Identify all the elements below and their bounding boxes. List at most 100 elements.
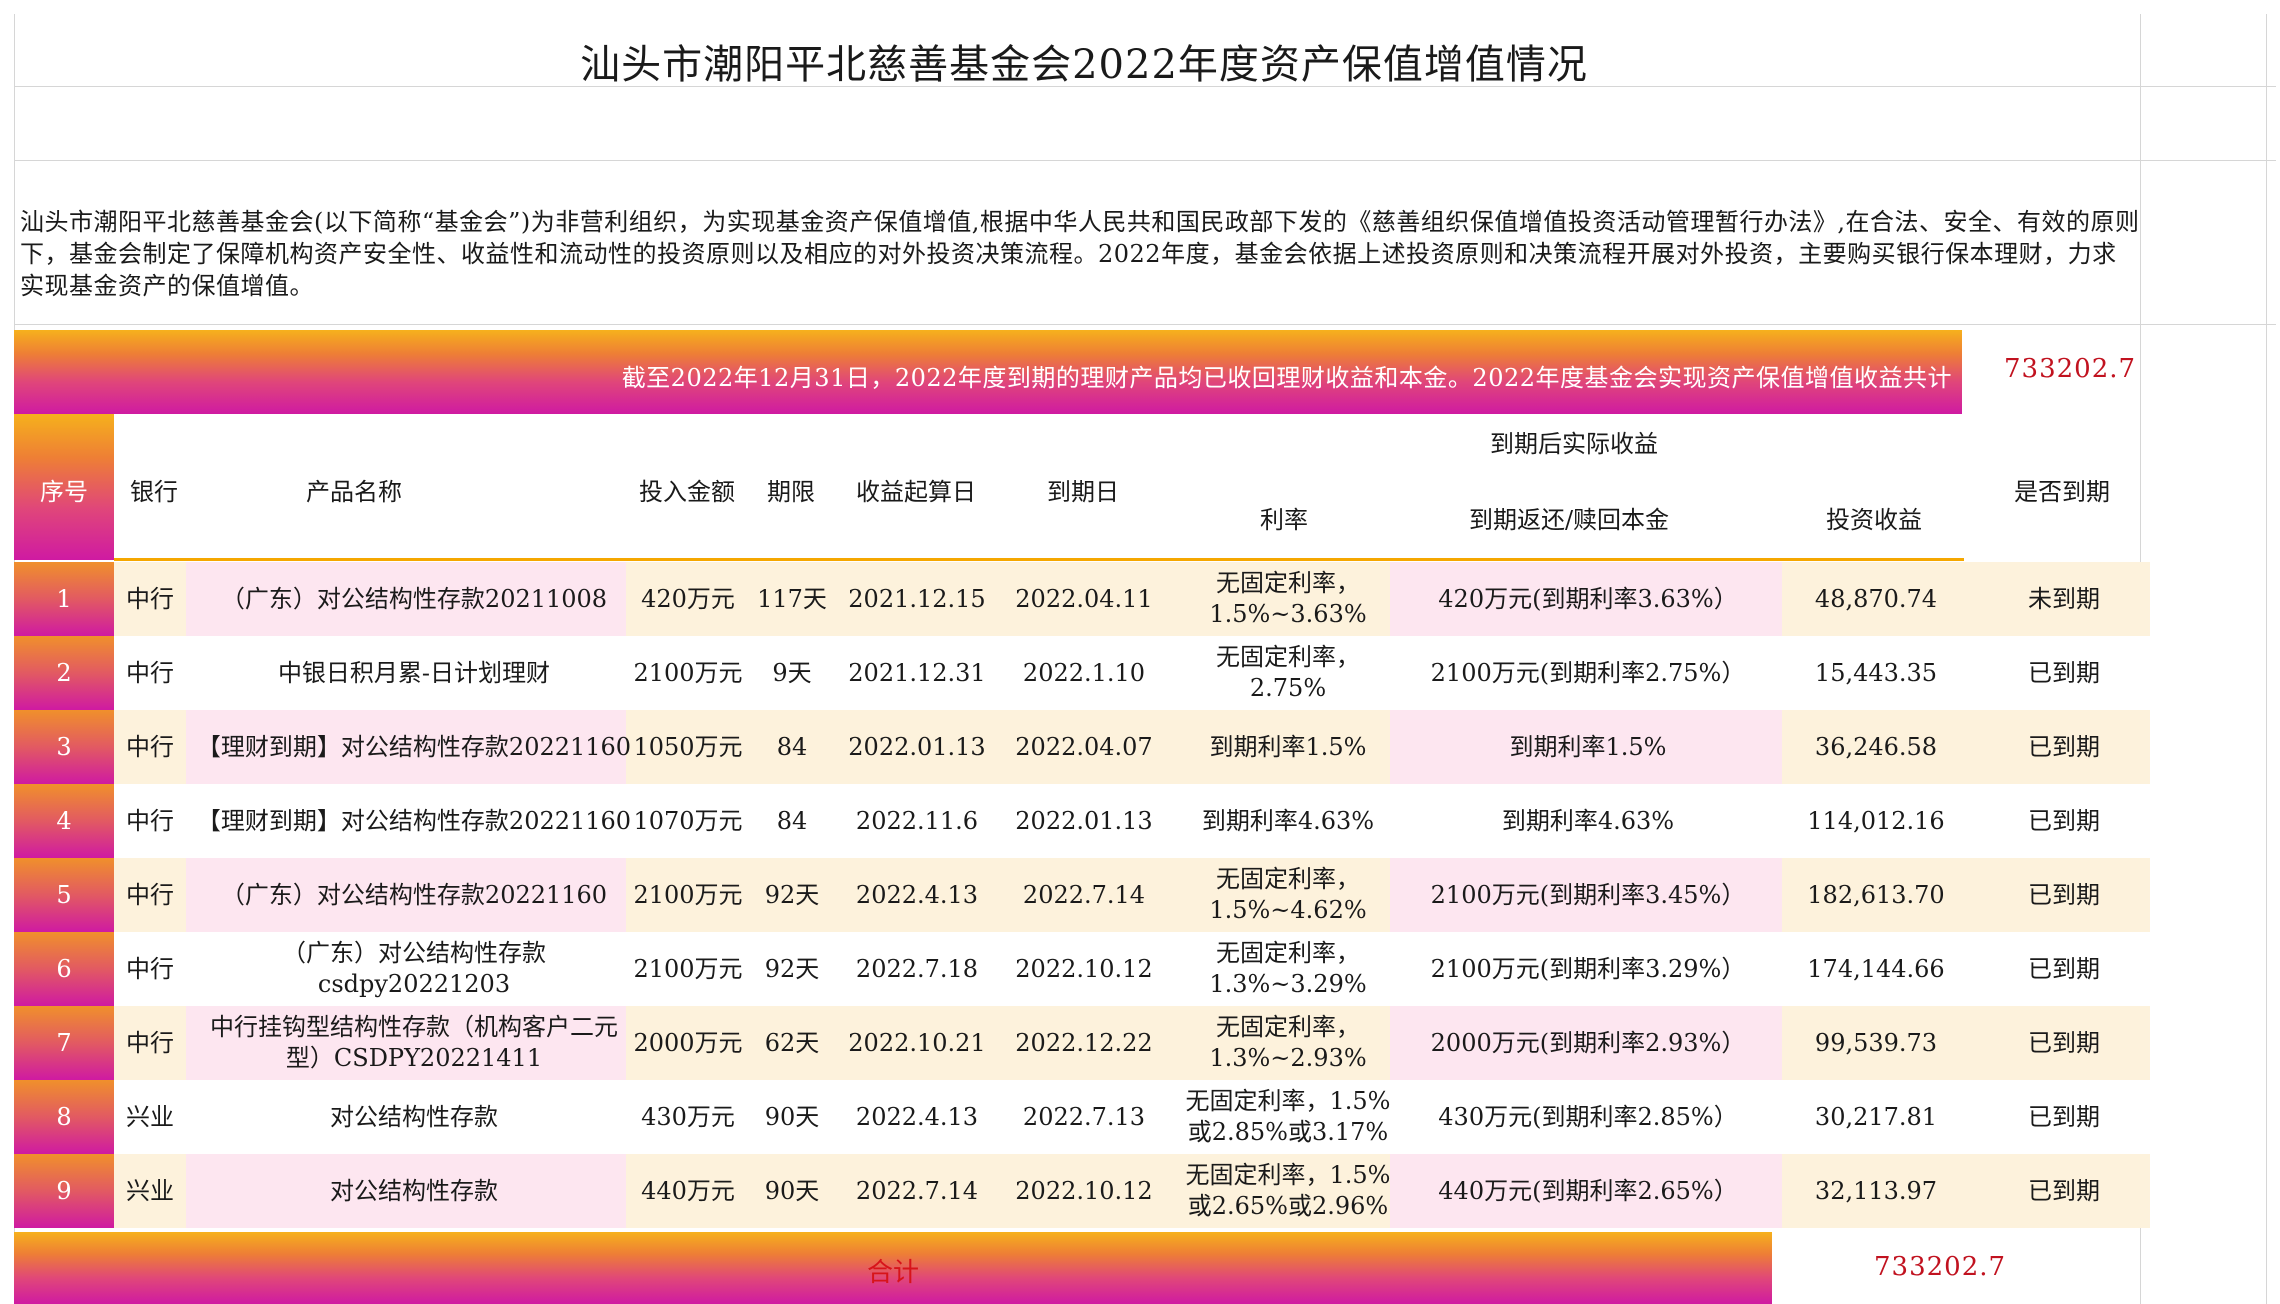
- cell-amount: 2100万元: [633, 954, 743, 983]
- cell-term: 84: [776, 732, 808, 761]
- cell-amount: 2100万元: [633, 658, 743, 687]
- cell-income: 36,246.58: [1814, 732, 1938, 761]
- cell-product: （广东）对公结构性存款20221160: [220, 880, 608, 909]
- cell-end: 2022.12.22: [1015, 1028, 1153, 1057]
- cell-status: 已到期: [2028, 1176, 2100, 1205]
- cell-bank: 中行: [126, 806, 174, 835]
- cell-term: 9天: [772, 658, 812, 687]
- table-row: 8 兴业 对公结构性存款 430万元 90天 2022.4.13 2022.7.13 无固定利…: [14, 1080, 2150, 1154]
- cell-end: 2022.01.13: [1015, 806, 1153, 835]
- cell-start: 2021.12.31: [848, 658, 986, 687]
- cell-seq: 7: [56, 1028, 72, 1057]
- gridline: [2266, 14, 2267, 1304]
- cell-amount: 2000万元: [633, 1028, 743, 1057]
- cell-end: 2022.04.07: [1015, 732, 1153, 761]
- cell-amount: 420万元: [641, 584, 735, 613]
- cell-income: 99,539.73: [1814, 1028, 1938, 1057]
- cell-end: 2022.10.12: [1015, 954, 1153, 983]
- cell-start: 2022.4.13: [855, 1102, 979, 1131]
- cell-amount: 440万元: [641, 1176, 735, 1205]
- cell-end: 2022.7.13: [1022, 1102, 1146, 1131]
- cell-end: 2022.10.12: [1015, 1176, 1153, 1205]
- cell-rate: 到期利率1.5%: [1209, 732, 1367, 761]
- cell-product: 对公结构性存款: [330, 1176, 498, 1205]
- gridline: [14, 160, 2276, 161]
- header-term: 期限: [767, 478, 815, 506]
- cell-bank: 中行: [126, 1028, 174, 1057]
- cell-bank: 兴业: [126, 1102, 174, 1131]
- cell-status: 已到期: [2028, 658, 2100, 687]
- cell-income: 114,012.16: [1807, 806, 1945, 835]
- header-group: 到期后实际收益: [1490, 430, 1658, 458]
- cell-rate: 无固定利率，1.3%~2.93%: [1209, 1013, 1367, 1072]
- cell-principal: 2100万元(到期利率2.75%）: [1430, 658, 1746, 687]
- cell-start: 2022.7.14: [855, 1176, 979, 1205]
- cell-amount: 1050万元: [633, 732, 743, 761]
- cell-bank: 中行: [126, 584, 174, 613]
- cell-bank: 中行: [126, 732, 174, 761]
- cell-principal: 440万元(到期利率2.65%）: [1438, 1176, 1738, 1205]
- cell-product: 【理财到期】对公结构性存款20221160: [196, 806, 632, 835]
- cell-rate: 无固定利率，1.3%~3.29%: [1209, 939, 1367, 998]
- intro-paragraph: 汕头市潮阳平北慈善基金会(以下简称“基金会”)为非营利组织，为实现基金资产保值增…: [20, 208, 2140, 300]
- total-value: 733202.7: [1874, 1252, 2007, 1282]
- cell-income: 32,113.97: [1814, 1176, 1938, 1205]
- cell-start: 2022.10.21: [848, 1028, 986, 1057]
- header-rate: 利率: [1260, 506, 1308, 534]
- header-principal: 到期返还/赎回本金: [1468, 506, 1670, 534]
- spreadsheet: 汕头市潮阳平北慈善基金会2022年度资产保值增值情况 汕头市潮阳平北慈善基金会(…: [14, 14, 2276, 1304]
- header-bank: 银行: [130, 478, 178, 506]
- cell-start: 2021.12.15: [848, 584, 986, 613]
- cell-principal: 到期利率1.5%: [1509, 732, 1667, 761]
- cell-term: 84: [776, 806, 808, 835]
- cell-income: 30,217.81: [1814, 1102, 1938, 1131]
- cell-start: 2022.11.6: [855, 806, 979, 835]
- cell-bank: 中行: [126, 954, 174, 983]
- cell-status: 已到期: [2028, 1028, 2100, 1057]
- cell-seq: 6: [56, 954, 72, 983]
- summary-banner: 截至2022年12月31日，2022年度到期的理财产品均已收回理财收益和本金。2…: [14, 330, 1962, 414]
- cell-bank: 中行: [126, 880, 174, 909]
- cell-term: 92天: [764, 954, 820, 983]
- total-label: 合计: [866, 1258, 919, 1288]
- table-row: 7 中行 中行挂钩型结构性存款（机构客户二元型）CSDPY20221411 2000万…: [14, 1006, 2150, 1080]
- summary-total-value: 733202.7: [2004, 354, 2137, 384]
- cell-term: 92天: [764, 880, 820, 909]
- cell-income: 174,144.66: [1807, 954, 1945, 983]
- cell-status: 已到期: [2028, 880, 2100, 909]
- cell-rate: 无固定利率，1.5%或2.85%或3.17%: [1185, 1087, 1391, 1146]
- gridline: [14, 324, 2276, 325]
- cell-income: 48,870.74: [1814, 584, 1938, 613]
- cell-seq: 2: [56, 658, 72, 687]
- cell-status: 未到期: [2028, 584, 2100, 613]
- cell-seq: 3: [56, 732, 72, 761]
- cell-principal: 2100万元(到期利率3.29%）: [1430, 954, 1746, 983]
- cell-start: 2022.7.18: [855, 954, 979, 983]
- cell-product: 【理财到期】对公结构性存款20221160: [196, 732, 632, 761]
- table-row: 5 中行 （广东）对公结构性存款20221160 2100万元 92天 2022.4.13…: [14, 858, 2150, 932]
- cell-term: 90天: [764, 1102, 820, 1131]
- cell-end: 2022.7.14: [1022, 880, 1146, 909]
- cell-rate: 无固定利率，1.5%~3.63%: [1209, 569, 1367, 628]
- cell-product: 中银日积月累-日计划理财: [277, 658, 551, 687]
- cell-term: 117天: [757, 584, 827, 613]
- cell-principal: 2000万元(到期利率2.93%）: [1430, 1028, 1746, 1057]
- cell-income: 15,443.35: [1814, 658, 1938, 687]
- table-row: 4 中行 【理财到期】对公结构性存款20221160 1070万元 84 2022.11.…: [14, 784, 2150, 858]
- cell-start: 2022.4.13: [855, 880, 979, 909]
- cell-amount: 2100万元: [633, 880, 743, 909]
- cell-rate: 到期利率4.63%: [1201, 806, 1375, 835]
- cell-principal: 到期利率4.63%: [1501, 806, 1675, 835]
- cell-status: 已到期: [2028, 954, 2100, 983]
- cell-principal: 2100万元(到期利率3.45%）: [1430, 880, 1746, 909]
- cell-principal: 430万元(到期利率2.85%）: [1438, 1102, 1738, 1131]
- cell-status: 已到期: [2028, 806, 2100, 835]
- header-amount: 投入金额: [639, 478, 735, 506]
- header-status: 是否到期: [2014, 478, 2110, 506]
- table-row: 6 中行 （广东）对公结构性存款csdpy20221203 2100万元 92天 2022…: [14, 932, 2150, 1006]
- cell-status: 已到期: [2028, 732, 2100, 761]
- table-row: 1 中行 （广东）对公结构性存款20211008 420万元 117天 2021.12.1…: [14, 562, 2150, 636]
- header-end: 到期日: [1047, 478, 1119, 506]
- cell-rate: 无固定利率，2.75%: [1216, 643, 1360, 702]
- cell-principal: 420万元(到期利率3.63%）: [1438, 584, 1738, 613]
